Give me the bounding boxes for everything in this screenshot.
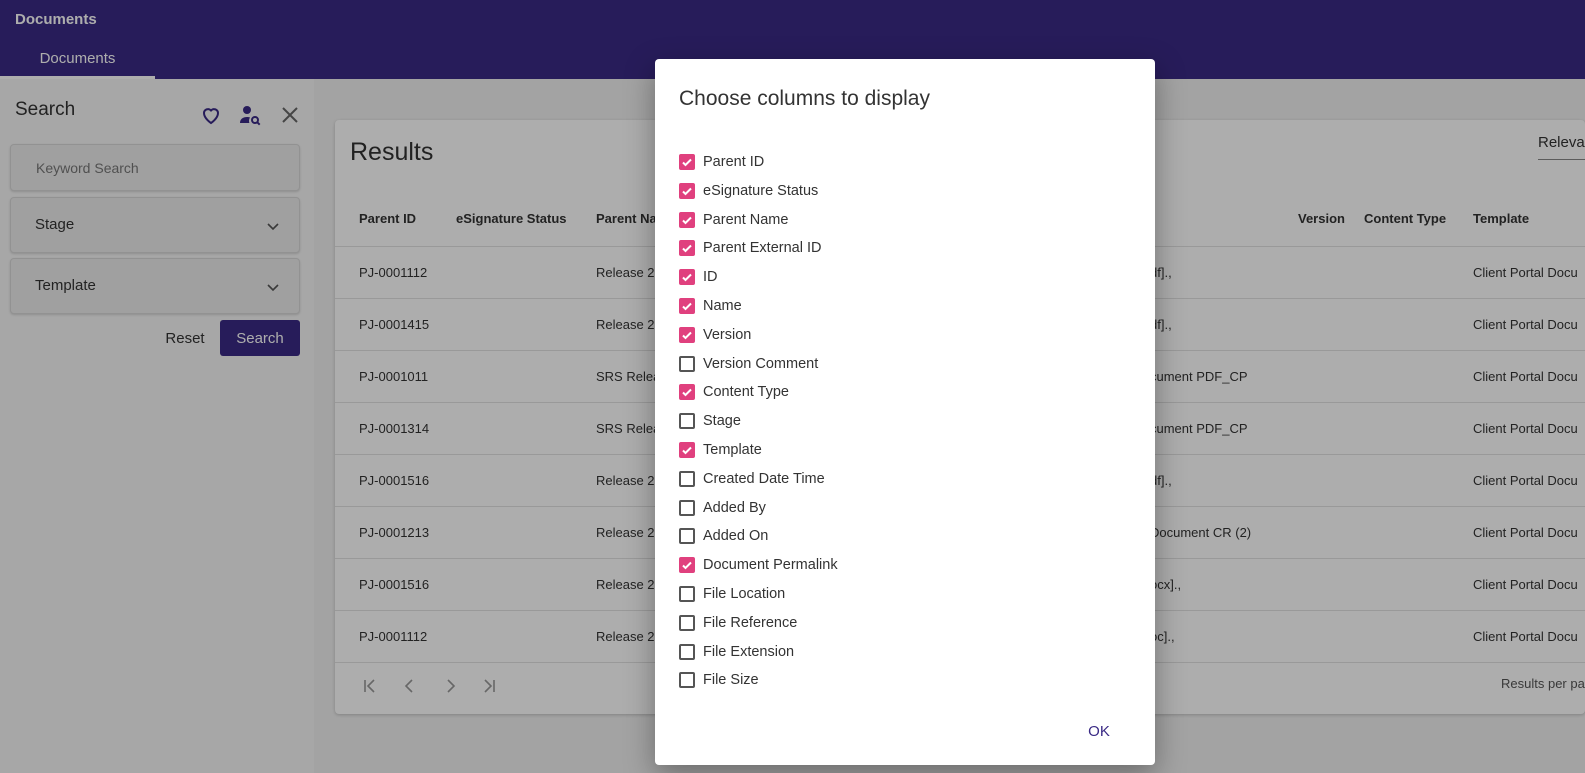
- column-option-added-by[interactable]: Added By: [679, 497, 766, 519]
- column-option-file-size[interactable]: File Size: [679, 669, 759, 691]
- option-label: Version Comment: [703, 355, 819, 372]
- checkbox[interactable]: [679, 557, 695, 574]
- column-option-version-comment[interactable]: Version Comment: [679, 353, 818, 375]
- column-option-content-type[interactable]: Content Type: [679, 381, 789, 403]
- column-option-file-location[interactable]: File Location: [679, 583, 785, 605]
- checkbox[interactable]: [679, 182, 695, 199]
- checkbox[interactable]: [679, 240, 695, 257]
- option-label: Parent ID: [703, 154, 765, 170]
- option-label: Content Type: [703, 384, 789, 401]
- checkbox[interactable]: [679, 672, 695, 689]
- column-option-document-permalink[interactable]: Document Permalink: [679, 554, 838, 576]
- column-option-esignature-status[interactable]: eSignature Status: [679, 180, 818, 202]
- checkbox[interactable]: [679, 154, 695, 170]
- option-label: eSignature Status: [703, 182, 819, 199]
- checkbox[interactable]: [679, 413, 695, 430]
- column-option-id[interactable]: ID: [679, 266, 718, 288]
- column-option-name[interactable]: Name: [679, 295, 742, 317]
- checkbox[interactable]: [679, 499, 695, 516]
- option-label: Added On: [703, 528, 769, 545]
- column-option-parent-id[interactable]: Parent ID: [679, 151, 764, 173]
- checkbox[interactable]: [679, 528, 695, 545]
- checkbox[interactable]: [679, 298, 695, 314]
- option-label: Parent External ID: [703, 240, 822, 257]
- option-label: Name: [703, 298, 742, 314]
- checkbox[interactable]: [679, 326, 695, 343]
- option-label: File Extension: [703, 643, 795, 660]
- column-option-file-extension[interactable]: File Extension: [679, 641, 794, 663]
- column-option-parent-name[interactable]: Parent Name: [679, 209, 788, 231]
- checkbox[interactable]: [679, 643, 695, 660]
- column-option-version[interactable]: Version: [679, 324, 751, 346]
- checkbox[interactable]: [679, 211, 695, 228]
- option-label: Template: [703, 442, 762, 458]
- column-option-parent-external-id[interactable]: Parent External ID: [679, 237, 821, 259]
- checkbox[interactable]: [679, 614, 695, 631]
- option-label: Added By: [703, 499, 766, 516]
- option-label: Stage: [703, 413, 741, 430]
- option-label: Document Permalink: [703, 557, 838, 574]
- choose-columns-dialog: Choose columns to display Parent ID eSign…: [655, 59, 1155, 765]
- ok-button[interactable]: OK: [1069, 715, 1129, 747]
- column-option-file-reference[interactable]: File Reference: [679, 612, 797, 634]
- checkbox[interactable]: [679, 269, 695, 286]
- checkbox[interactable]: [679, 586, 695, 602]
- column-option-added-on[interactable]: Added On: [679, 525, 768, 547]
- dialog-title: Choose columns to display: [679, 87, 930, 110]
- option-label: Version: [703, 326, 752, 343]
- option-label: Created Date Time: [703, 470, 825, 487]
- checkbox[interactable]: [679, 355, 695, 372]
- option-label: File Size: [703, 672, 759, 689]
- column-option-template[interactable]: Template: [679, 439, 762, 461]
- checkbox[interactable]: [679, 384, 695, 401]
- option-label: Parent Name: [703, 211, 789, 228]
- checkbox[interactable]: [679, 470, 695, 487]
- checkbox[interactable]: [679, 442, 695, 458]
- option-label: ID: [703, 269, 718, 286]
- column-option-stage[interactable]: Stage: [679, 410, 741, 432]
- column-option-created-date-time[interactable]: Created Date Time: [679, 468, 825, 490]
- option-label: File Location: [703, 586, 786, 602]
- option-label: File Reference: [703, 614, 798, 631]
